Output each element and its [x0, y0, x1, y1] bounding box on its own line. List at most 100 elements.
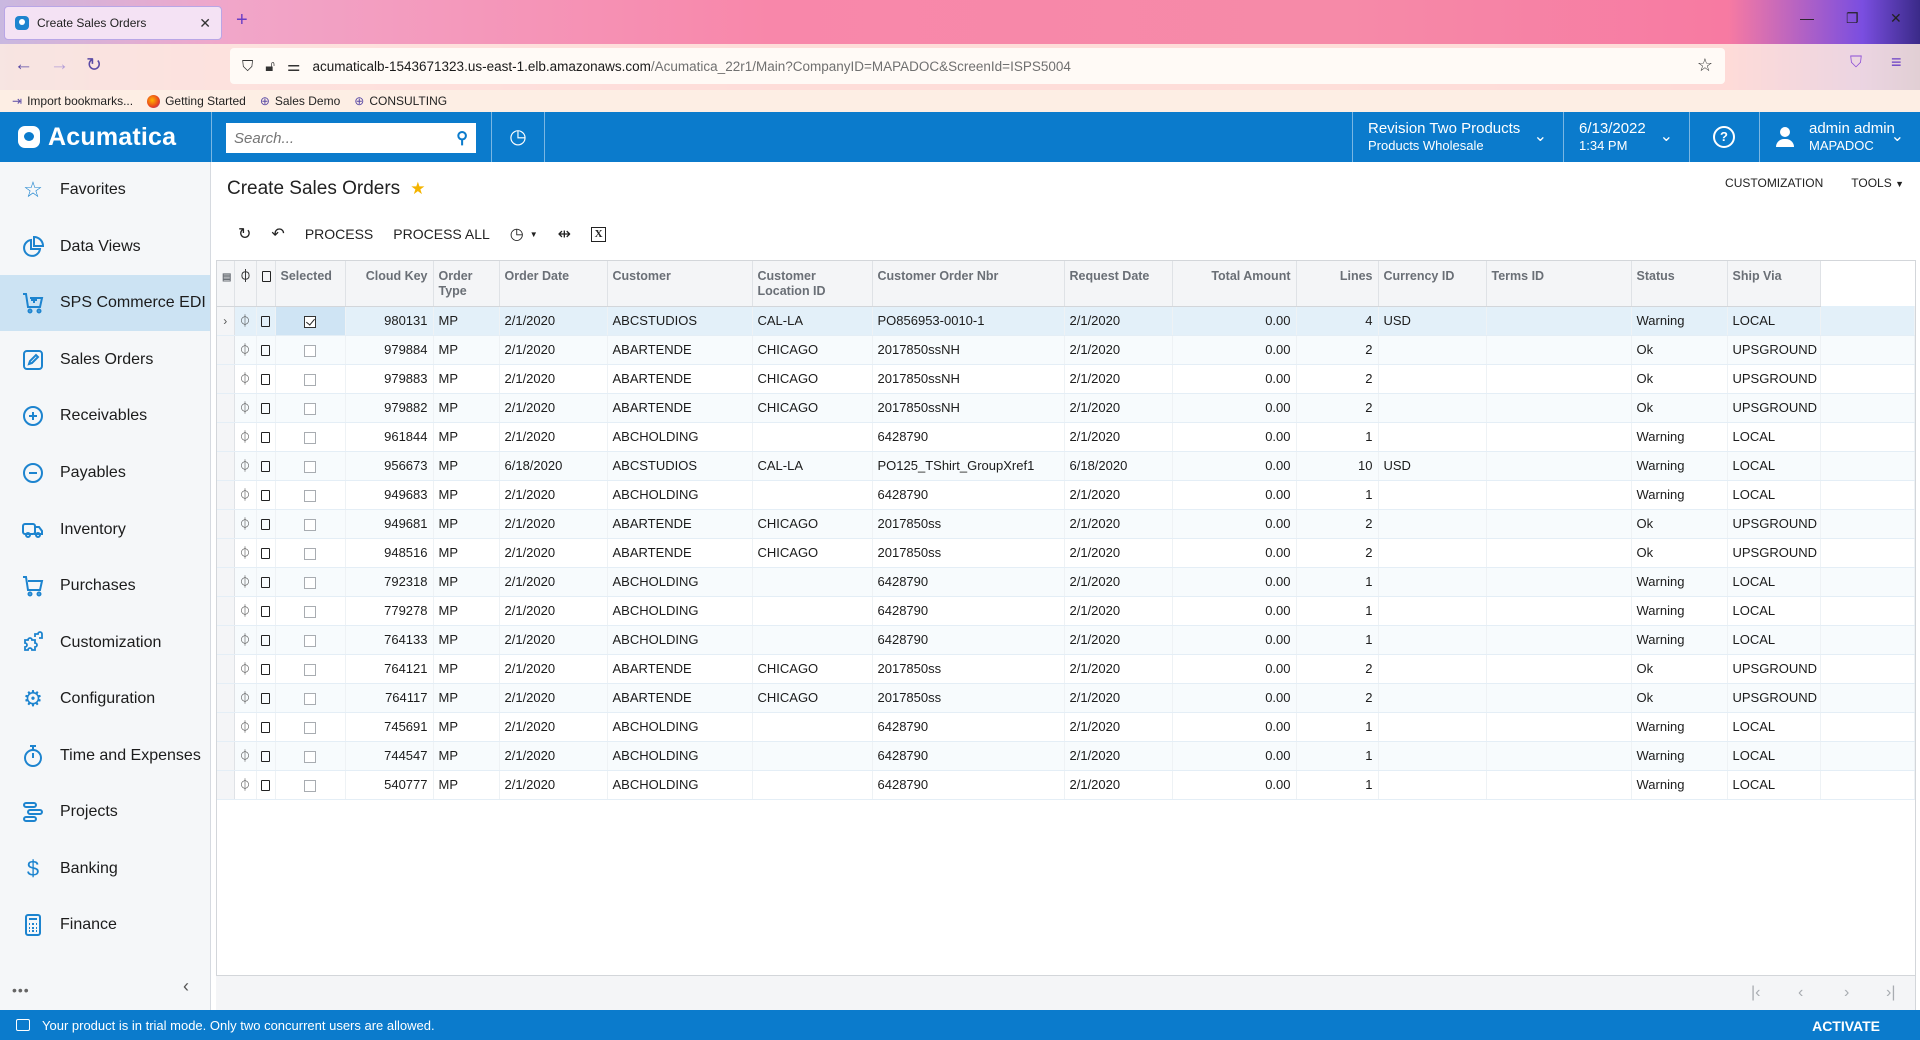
notes-cell[interactable]: [256, 770, 276, 800]
row-indicator[interactable]: [217, 335, 235, 365]
sidebar-item-data-views[interactable]: Data Views: [0, 219, 210, 275]
column-header[interactable]: Customer Order Nbr: [872, 261, 1065, 307]
table-row[interactable]: ⏀ 792318 MP 2/1/2020 ABCHOLDING 6428790 2/1/20…: [217, 567, 1915, 597]
search-icon[interactable]: ⚲: [456, 128, 468, 148]
attachments-cell[interactable]: ⏀: [234, 625, 257, 655]
process-all-button[interactable]: PROCESS ALL: [383, 220, 500, 248]
notes-cell[interactable]: [256, 480, 276, 510]
sidebar-item-sps-commerce-edi[interactable]: SPS Commerce EDI: [0, 275, 210, 331]
recently-viewed-icon[interactable]: ◷: [503, 122, 533, 152]
minimize-icon[interactable]: —: [1800, 10, 1814, 26]
column-header[interactable]: Cloud Key: [345, 261, 434, 307]
sidebar-item-receivables[interactable]: Receivables: [0, 388, 210, 444]
row-indicator[interactable]: [217, 654, 235, 684]
row-indicator[interactable]: [217, 422, 235, 452]
process-button[interactable]: PROCESS: [295, 220, 383, 248]
restore-icon[interactable]: ❐: [1846, 10, 1859, 27]
attachments-cell[interactable]: ⏀: [234, 770, 257, 800]
sidebar-item-finance[interactable]: Finance: [0, 897, 210, 953]
column-header[interactable]: Customer: [607, 261, 753, 307]
selected-checkbox[interactable]: [304, 518, 316, 531]
sidebar-item-customization[interactable]: Customization: [0, 615, 210, 671]
attachments-cell[interactable]: ⏀: [234, 683, 257, 713]
selected-checkbox[interactable]: [304, 373, 316, 386]
attachments-cell[interactable]: ⏀: [234, 306, 257, 336]
row-indicator[interactable]: [217, 596, 235, 626]
fit-columns-button[interactable]: ⇹: [548, 220, 581, 248]
selected-checkbox[interactable]: [304, 750, 316, 763]
menu-icon[interactable]: ≡: [1891, 52, 1902, 73]
sidebar-item-purchases[interactable]: Purchases: [0, 558, 210, 614]
selected-checkbox[interactable]: [304, 576, 316, 589]
back-icon[interactable]: ←: [14, 54, 33, 76]
sidebar-item-payables[interactable]: Payables: [0, 445, 210, 501]
notes-cell[interactable]: [256, 654, 276, 684]
row-indicator[interactable]: [217, 567, 235, 597]
table-row[interactable]: ⏀ 979884 MP 2/1/2020 ABARTENDE CHICAGO 2017850…: [217, 335, 1915, 365]
row-indicator[interactable]: [217, 451, 235, 481]
selected-checkbox[interactable]: [304, 721, 316, 734]
sidebar-item-inventory[interactable]: Inventory: [0, 502, 210, 558]
column-header[interactable]: Total Amount: [1172, 261, 1297, 307]
refresh-button[interactable]: ↻: [228, 220, 261, 248]
notes-cell[interactable]: [256, 306, 276, 336]
previous-page-icon[interactable]: ‹: [1798, 984, 1803, 1002]
notes-cell[interactable]: [256, 683, 276, 713]
row-indicator[interactable]: [217, 480, 235, 510]
notes-cell[interactable]: [256, 741, 276, 771]
forward-icon[interactable]: →: [50, 54, 69, 76]
notes-cell[interactable]: [256, 451, 276, 481]
bookmark-import[interactable]: ⇥ Import bookmarks...: [12, 94, 133, 108]
row-indicator[interactable]: [217, 741, 235, 771]
notes-cell[interactable]: [256, 393, 276, 423]
table-row[interactable]: ⏀ 779278 MP 2/1/2020 ABCHOLDING 6428790 2/1/20…: [217, 596, 1915, 626]
selected-checkbox[interactable]: [304, 431, 316, 444]
notes-cell[interactable]: [256, 335, 276, 365]
sidebar-item-favorites[interactable]: ☆ Favorites: [0, 162, 210, 218]
table-row[interactable]: ⏀ 764133 MP 2/1/2020 ABCHOLDING 6428790 2/1/20…: [217, 625, 1915, 655]
notes-cell[interactable]: [256, 422, 276, 452]
column-header[interactable]: Ship Via: [1727, 261, 1822, 307]
close-tab-icon[interactable]: ✕: [199, 15, 211, 32]
notes-cell[interactable]: [256, 364, 276, 394]
favorite-star-icon[interactable]: ★: [410, 179, 425, 199]
selected-checkbox[interactable]: [304, 344, 316, 357]
sidebar-item-projects[interactable]: Projects: [0, 784, 210, 840]
row-selector-header[interactable]: ▤: [217, 261, 235, 307]
row-indicator[interactable]: [217, 683, 235, 713]
table-row[interactable]: ⏀ 979883 MP 2/1/2020 ABARTENDE CHICAGO 2017850…: [217, 364, 1915, 394]
selected-checkbox[interactable]: [304, 402, 316, 415]
search-input[interactable]: [234, 129, 457, 147]
table-row[interactable]: ⏀ 949683 MP 2/1/2020 ABCHOLDING 6428790 2/1/20…: [217, 480, 1915, 510]
column-header[interactable]: Terms ID: [1486, 261, 1632, 307]
column-header[interactable]: Order Type: [433, 261, 500, 307]
sidebar-item-banking[interactable]: $ Banking: [0, 841, 210, 897]
user-menu[interactable]: admin admin MAPADOC ⌄: [1759, 112, 1920, 162]
more-icon[interactable]: •••: [12, 982, 30, 998]
column-header[interactable]: Customer Location ID: [752, 261, 873, 307]
business-date-selector[interactable]: 6/13/2022 1:34 PM ⌄: [1563, 112, 1689, 162]
close-window-icon[interactable]: ✕: [1890, 10, 1902, 27]
row-indicator[interactable]: [217, 625, 235, 655]
row-indicator[interactable]: [217, 770, 235, 800]
row-indicator[interactable]: [217, 393, 235, 423]
browser-tab[interactable]: Create Sales Orders ✕: [4, 6, 222, 40]
company-selector[interactable]: Revision Two Products Products Wholesale…: [1352, 112, 1563, 162]
notes-cell[interactable]: [256, 509, 276, 539]
sidebar-item-sales-orders[interactable]: Sales Orders: [0, 332, 210, 388]
row-indicator[interactable]: [217, 712, 235, 742]
row-indicator[interactable]: [217, 509, 235, 539]
row-indicator[interactable]: [217, 364, 235, 394]
last-page-icon[interactable]: ›|: [1886, 984, 1895, 1002]
column-header[interactable]: Request Date: [1064, 261, 1173, 307]
selected-checkbox[interactable]: [304, 779, 316, 792]
attachments-cell[interactable]: ⏀: [234, 712, 257, 742]
attachments-cell[interactable]: ⏀: [234, 741, 257, 771]
table-row[interactable]: ⏀ 745691 MP 2/1/2020 ABCHOLDING 6428790 2/1/20…: [217, 712, 1915, 742]
bookmark-sales-demo[interactable]: ⊕ Sales Demo: [260, 94, 340, 108]
pocket-icon[interactable]: ⛉: [1850, 54, 1862, 72]
acumatica-logo[interactable]: Acumatica: [0, 112, 211, 162]
customization-menu[interactable]: CUSTOMIZATION: [1725, 176, 1823, 190]
notes-cell[interactable]: [256, 567, 276, 597]
notes-cell[interactable]: [256, 625, 276, 655]
